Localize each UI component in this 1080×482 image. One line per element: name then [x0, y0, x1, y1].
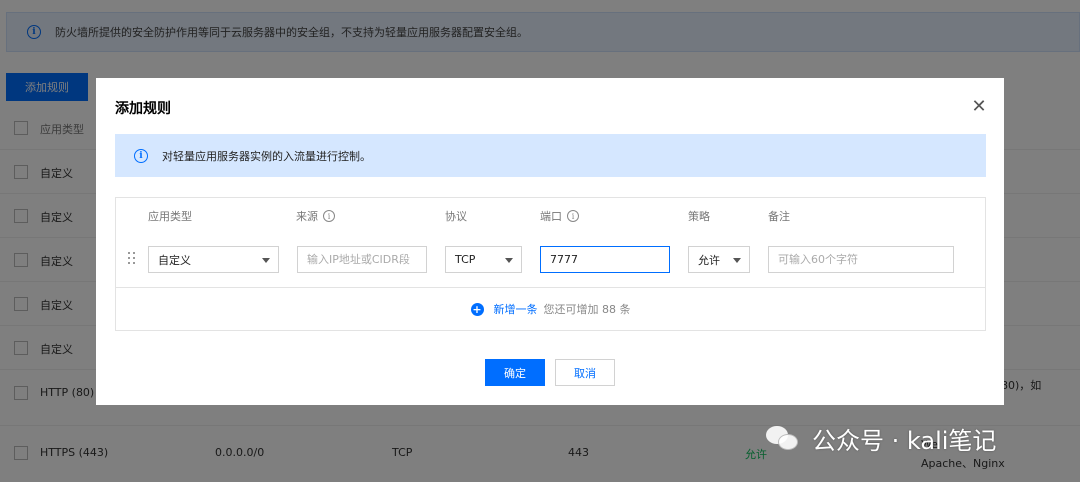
protocol-select[interactable]: TCP	[445, 246, 522, 273]
watermark-text: 公众号 · kali笔记	[812, 426, 997, 455]
column-label: 应用类型	[148, 210, 192, 223]
dialog-info-banner: i 对轻量应用服务器实例的入流量进行控制。	[115, 134, 986, 177]
column-protocol: 协议	[445, 208, 467, 224]
note-input[interactable]	[768, 246, 954, 273]
column-app-type: 应用类型	[148, 208, 192, 224]
protocol-value: TCP	[455, 253, 476, 266]
add-rule-dialog: 添加规则 ✕ i 对轻量应用服务器实例的入流量进行控制。 应用类型 来源 i 协议…	[96, 78, 1004, 405]
column-label: 备注	[768, 210, 790, 223]
row-divider	[116, 287, 985, 288]
cancel-button[interactable]: 取消	[555, 359, 615, 386]
dialog-title: 添加规则	[115, 101, 171, 117]
column-label: 来源	[296, 210, 318, 223]
add-row-link[interactable]: 新增一条	[494, 301, 538, 317]
policy-value: 允许	[698, 253, 720, 267]
info-icon[interactable]: i	[323, 210, 335, 222]
column-label: 策略	[688, 210, 710, 223]
column-label: 协议	[445, 210, 467, 223]
add-row-area: + 新增一条 您还可增加 88 条	[116, 301, 985, 317]
source-input[interactable]	[297, 246, 427, 273]
wechat-icon	[766, 424, 800, 452]
app-type-select[interactable]: 自定义	[148, 246, 279, 273]
drag-handle-icon[interactable]	[128, 252, 136, 268]
close-icon[interactable]: ✕	[970, 98, 988, 116]
column-note: 备注	[768, 208, 790, 224]
port-input[interactable]	[540, 246, 670, 273]
column-policy: 策略	[688, 208, 710, 224]
chevron-down-icon	[733, 258, 741, 263]
policy-select[interactable]: 允许	[688, 246, 750, 273]
column-label: 端口	[540, 210, 562, 223]
rule-table: 应用类型 来源 i 协议 端口 i 策略 备注 自定义 TCP 允许	[115, 197, 986, 331]
info-text: 对轻量应用服务器实例的入流量进行控制。	[162, 149, 371, 163]
column-source: 来源 i	[296, 208, 335, 224]
chevron-down-icon	[505, 258, 513, 263]
port-field[interactable]	[550, 253, 669, 266]
add-row-hint: 您还可增加 88 条	[543, 303, 631, 316]
info-icon[interactable]: i	[567, 210, 579, 222]
confirm-button[interactable]: 确定	[485, 359, 545, 386]
plus-icon[interactable]: +	[470, 302, 484, 316]
chevron-down-icon	[262, 258, 270, 263]
watermark: 公众号 · kali笔记	[766, 420, 996, 456]
note-field[interactable]	[778, 253, 953, 266]
source-field[interactable]	[307, 253, 426, 266]
column-port: 端口 i	[540, 208, 579, 224]
info-icon: i	[134, 148, 148, 163]
app-type-value: 自定义	[158, 253, 191, 267]
